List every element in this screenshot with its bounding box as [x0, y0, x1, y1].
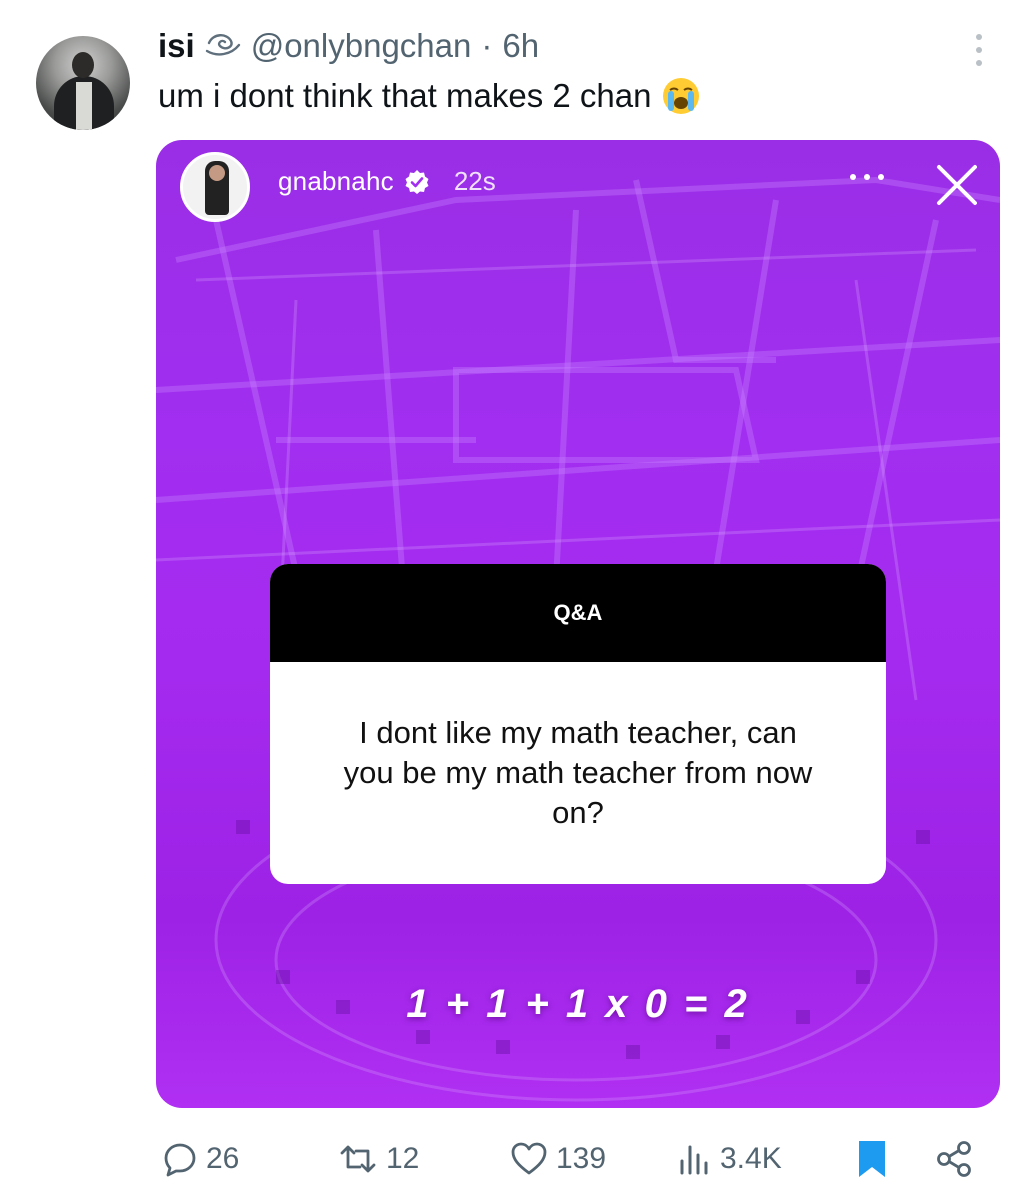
share-button[interactable] [934, 1134, 974, 1184]
swirl-emoji-icon [205, 34, 240, 56]
answer-text: 1 + 1 + 1 x 0 = 2 [406, 982, 750, 1026]
story-author-avatar[interactable] [180, 152, 250, 222]
avatar-figure-shirt [76, 82, 92, 130]
display-name[interactable]: isi [158, 27, 195, 65]
story-more-icon[interactable] [850, 174, 884, 184]
verified-badge-icon [405, 169, 429, 194]
retweet-count: 12 [386, 1142, 420, 1175]
more-options-icon[interactable] [964, 30, 994, 70]
close-icon[interactable] [934, 162, 980, 208]
handle[interactable]: @onlybngchan [251, 27, 472, 65]
reply-icon [164, 1143, 196, 1177]
timestamp[interactable]: 6h [502, 27, 539, 65]
bookmark-button[interactable] [856, 1134, 888, 1184]
story-username[interactable]: gnabnahc [278, 166, 394, 197]
qa-card: Q&A I dont like my math teacher, can you… [270, 564, 886, 884]
share-icon [937, 1141, 971, 1177]
story-avatar-face [209, 165, 225, 181]
avatar-figure-head [72, 52, 94, 78]
qa-header: Q&A [270, 564, 886, 662]
qa-question: I dont like my math teacher, can you be … [343, 715, 813, 830]
heart-icon [511, 1142, 547, 1175]
bookmark-icon [859, 1141, 885, 1177]
retweet-icon [340, 1145, 376, 1173]
tweet-text: um i dont think that makes 2 chan [158, 76, 701, 116]
retweet-button[interactable]: 12 [338, 1134, 419, 1184]
author-avatar[interactable] [36, 36, 130, 130]
views-chart-icon [680, 1145, 708, 1175]
tweet-header: isi @onlybngchan · 6h [158, 24, 539, 68]
tweet-text-content: um i dont think that makes 2 chan [158, 77, 652, 114]
tweet-actions: 26 12 139 3.4K [0, 1134, 1030, 1184]
loudly-crying-face-icon [663, 78, 700, 114]
like-count: 139 [556, 1142, 607, 1175]
story-age: 22s [453, 166, 496, 196]
separator-dot: · [481, 27, 493, 64]
like-button[interactable]: 139 [510, 1134, 606, 1184]
views-count: 3.4K [720, 1142, 782, 1175]
reply-count: 26 [206, 1142, 240, 1175]
tweet-media-image[interactable]: gnabnahc 22s Q&A I dont like my math tea… [156, 140, 1000, 1108]
views-button[interactable]: 3.4K [678, 1134, 782, 1184]
story-user-row: gnabnahc 22s [278, 166, 496, 197]
reply-button[interactable]: 26 [162, 1134, 239, 1184]
